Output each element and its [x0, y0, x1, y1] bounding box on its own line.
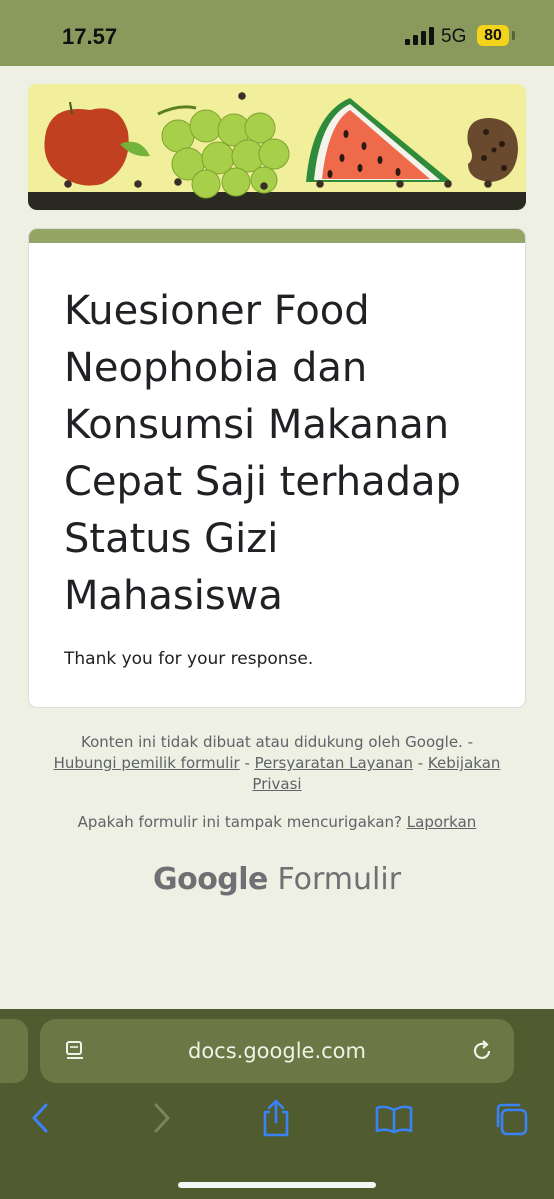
disclaimer-text: Konten ini tidak dibuat atau didukung ol… — [80, 733, 474, 751]
report-question: Apakah formulir ini tampak mencurigakan? — [77, 813, 402, 831]
share-icon[interactable] — [260, 1098, 292, 1138]
home-indicator[interactable] — [178, 1182, 376, 1188]
form-card: Kuesioner Food Neophobia dan Konsumsi Ma… — [28, 228, 526, 708]
battery-cap — [512, 31, 515, 40]
form-title: Kuesioner Food Neophobia dan Konsumsi Ma… — [64, 288, 461, 619]
reload-icon[interactable] — [470, 1039, 494, 1063]
forward-icon[interactable] — [150, 1102, 172, 1134]
url-text[interactable]: docs.google.com — [40, 1039, 514, 1063]
address-bar[interactable]: docs.google.com — [40, 1019, 514, 1083]
report-link[interactable]: Laporkan — [407, 813, 477, 831]
previous-tab-peek[interactable] — [0, 1019, 28, 1083]
footer-disclaimer: Konten ini tidak dibuat atau didukung ol… — [40, 732, 514, 795]
card-accent-bar — [29, 229, 525, 243]
status-bar: 17.57 5G 80 — [0, 0, 554, 66]
back-icon[interactable] — [30, 1102, 52, 1134]
confirmation-message: Thank you for your response. — [64, 649, 314, 669]
separator: - — [239, 754, 255, 772]
battery-icon: 80 — [477, 25, 509, 46]
signal-icon — [405, 27, 434, 45]
bookmarks-icon[interactable] — [375, 1104, 413, 1134]
contact-owner-link[interactable]: Hubungi pemilik formulir — [54, 754, 240, 772]
tabs-icon[interactable] — [494, 1102, 528, 1136]
report-line: Apakah formulir ini tampak mencurigakan?… — [40, 813, 514, 831]
terms-link[interactable]: Persyaratan Layanan — [255, 754, 413, 772]
google-forms-logo[interactable]: Google Formulir — [0, 862, 554, 897]
header-banner-image — [28, 84, 526, 210]
separator: - — [412, 754, 428, 772]
network-type: 5G — [441, 26, 467, 47]
brand-google: Google — [152, 862, 268, 897]
status-time: 17.57 — [62, 24, 118, 49]
brand-product: Formulir — [277, 862, 402, 897]
